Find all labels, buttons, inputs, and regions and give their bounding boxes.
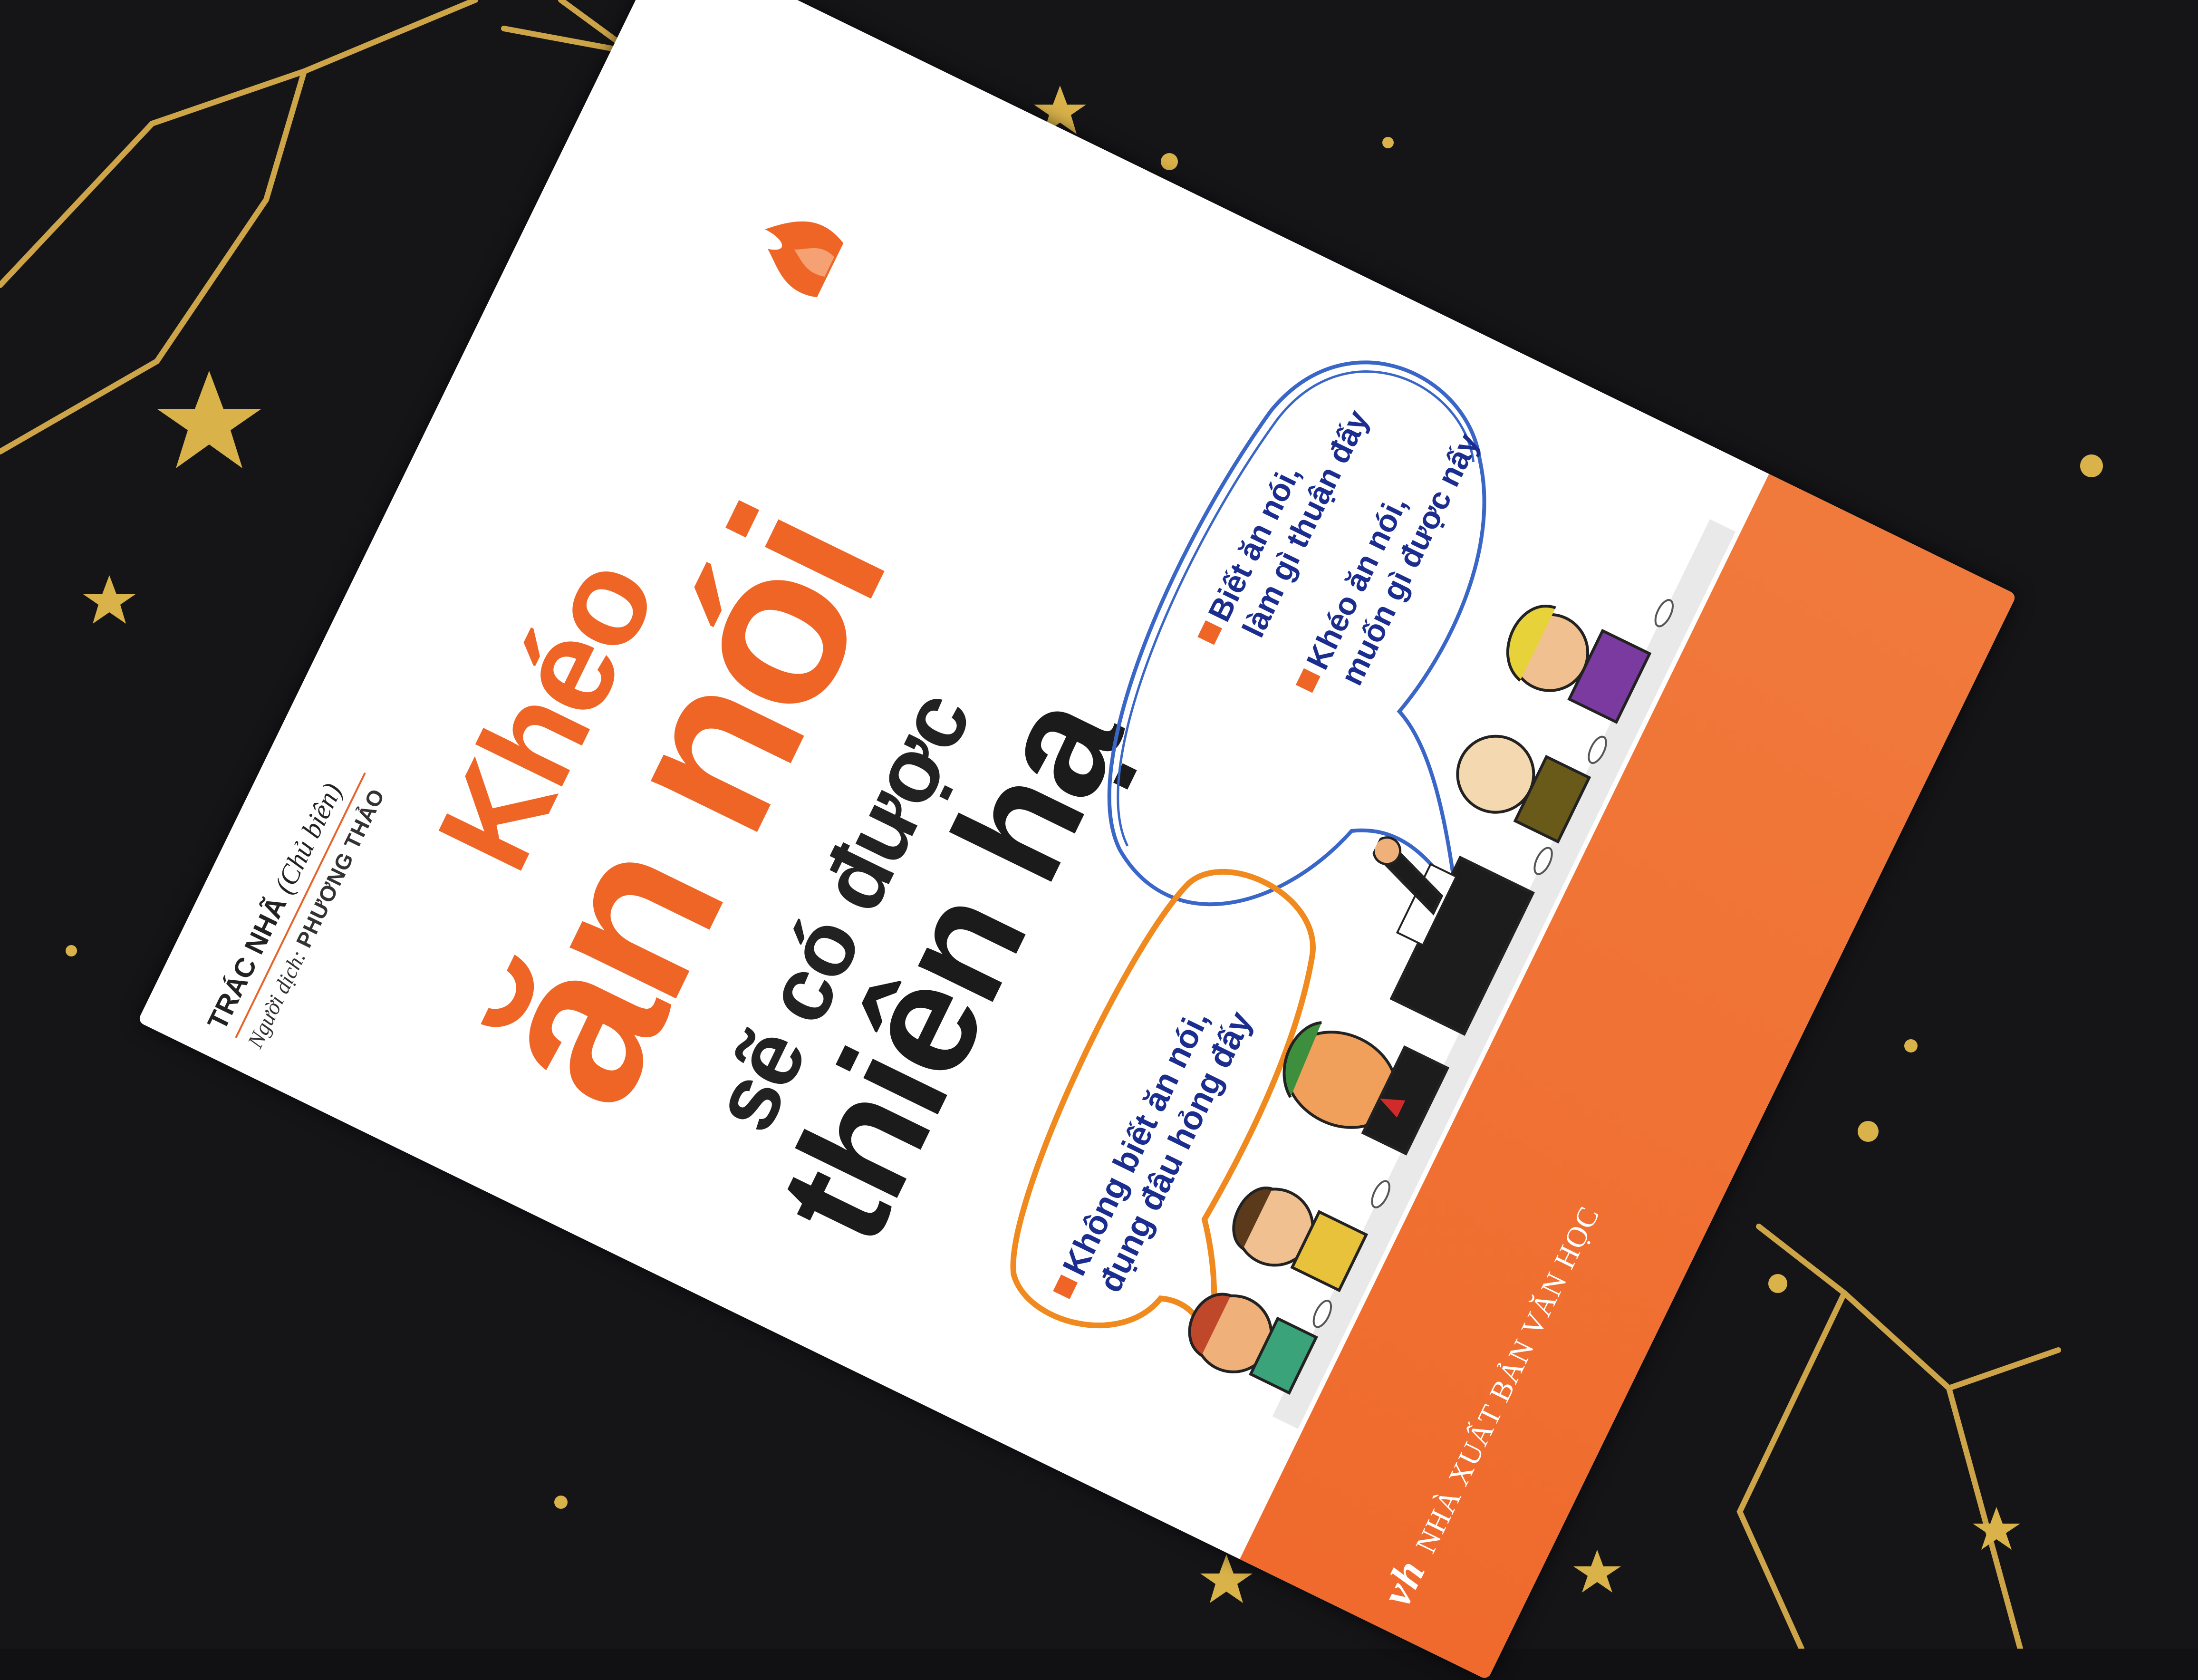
gold-line <box>0 358 160 454</box>
gold-line <box>1756 1224 2061 1391</box>
gold-line <box>1946 1385 2023 1649</box>
author-divider <box>235 772 366 1038</box>
gold-dot <box>1382 137 1394 148</box>
gold-star-icon <box>157 371 261 468</box>
gold-dot <box>1768 1274 1787 1293</box>
gold-line <box>1736 1290 1847 1649</box>
gold-star-icon <box>1573 1550 1621 1593</box>
gold-dot <box>1904 1039 1918 1052</box>
gold-star-icon <box>83 575 135 624</box>
gold-star-icon <box>1973 1507 2020 1550</box>
gold-dot <box>66 945 77 956</box>
gold-dot <box>2080 454 2103 477</box>
gold-dot <box>1161 153 1178 170</box>
flame-icon <box>765 221 844 298</box>
gold-dot <box>1858 1121 1879 1142</box>
gold-line <box>501 0 634 55</box>
gold-dot <box>554 1496 568 1509</box>
